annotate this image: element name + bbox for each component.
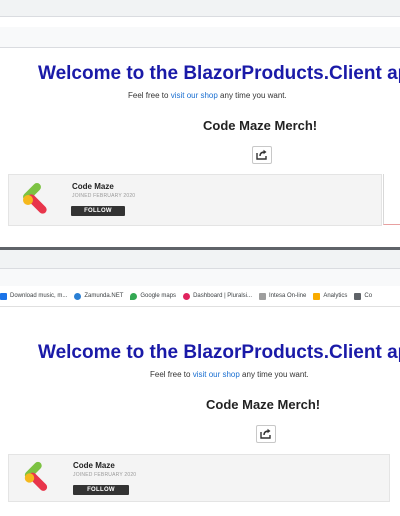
welcome-heading: Welcome to the BlazorProducts.Client ap (38, 63, 400, 84)
browser-toolbar (0, 269, 400, 286)
shop-subtitle: Feel free to visit our shop any time you… (150, 370, 309, 379)
visit-shop-link[interactable]: visit our shop (193, 370, 240, 379)
download-icon (0, 292, 7, 300)
adjacent-card-edge (383, 174, 400, 225)
bookmark-label: Analytics (323, 293, 348, 299)
map-pin-icon (130, 292, 138, 300)
profile-card: Code Maze JOINED FEBRUARY 2020 FOLLOW (8, 454, 390, 502)
bookmark-co[interactable]: Co (354, 292, 373, 300)
bookmark-download-music[interactable]: Download music, m... (0, 292, 68, 300)
bank-icon (258, 292, 266, 300)
share-icon (256, 149, 267, 160)
welcome-heading: Welcome to the BlazorProducts.Client ap (38, 342, 400, 363)
subtitle-text-end: any time you want. (239, 370, 309, 379)
profile-joined-date: JOINED FEBRUARY 2020 (72, 193, 136, 199)
follow-button[interactable]: FOLLOW (71, 206, 125, 216)
bookmarks-bar: Download music, m... Zamunda.NET Google … (0, 286, 400, 307)
profile-joined-date: JOINED FEBRUARY 2020 (73, 472, 137, 478)
share-icon (260, 428, 271, 439)
pluralsight-icon (183, 292, 191, 300)
bookmark-label: Dashboard | Pluralsi... (193, 293, 252, 299)
merch-heading: Code Maze Merch! (206, 397, 321, 412)
browser-tab-strip (0, 250, 400, 268)
merch-heading: Code Maze Merch! (203, 118, 318, 133)
top-screenshot-panel: Welcome to the BlazorProducts.Client ap … (0, 0, 400, 248)
browser-toolbar (0, 27, 400, 47)
bookmark-analytics[interactable]: Analytics (313, 292, 348, 300)
subtitle-text: Feel free to (150, 370, 193, 379)
browser-tab-strip (0, 0, 400, 16)
zamunda-icon (74, 292, 82, 300)
chrome-separator (0, 47, 400, 48)
chrome-separator (0, 16, 400, 17)
analytics-icon (313, 292, 321, 300)
bookmark-label: Co (364, 293, 373, 299)
profile-name: Code Maze (73, 461, 115, 470)
follow-button[interactable]: FOLLOW (73, 485, 129, 495)
bookmark-label: Intesa On-line (268, 293, 307, 299)
bookmark-zamunda[interactable]: Zamunda.NET (74, 292, 124, 300)
visit-shop-link[interactable]: visit our shop (171, 91, 218, 100)
bookmark-pluralsight[interactable]: Dashboard | Pluralsi... (183, 292, 252, 300)
profile-card: Code Maze JOINED FEBRUARY 2020 FOLLOW (8, 174, 382, 226)
bookmark-label: Google maps (140, 293, 177, 299)
share-button[interactable] (256, 425, 276, 443)
bookmark-google-maps[interactable]: Google maps (130, 292, 177, 300)
bookmark-label: Zamunda.NET (84, 293, 124, 299)
subtitle-text: Feel free to (128, 91, 171, 100)
bookmark-intesa[interactable]: Intesa On-line (258, 292, 307, 300)
code-maze-logo (24, 461, 48, 491)
subtitle-text-end: any time you want. (217, 91, 287, 100)
bookmark-label: Download music, m... (10, 293, 68, 299)
bottom-screenshot-panel: Download music, m... Zamunda.NET Google … (0, 250, 400, 516)
shop-subtitle: Feel free to visit our shop any time you… (128, 91, 287, 100)
code-maze-logo (23, 183, 47, 214)
doc-icon (354, 292, 362, 300)
share-button[interactable] (252, 146, 272, 164)
profile-name: Code Maze (72, 182, 114, 191)
